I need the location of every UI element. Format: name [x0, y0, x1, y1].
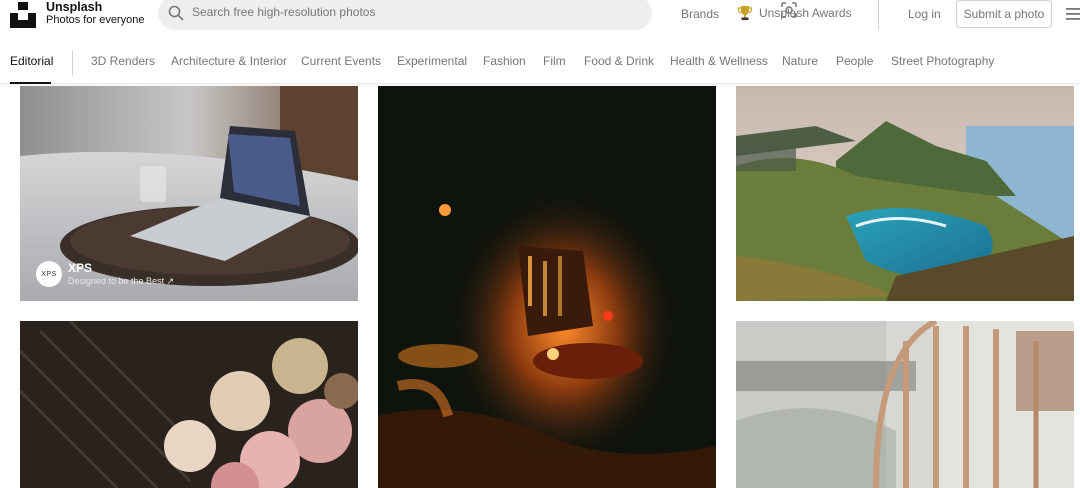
- tab-nature[interactable]: Nature: [782, 54, 818, 68]
- tab-experimental[interactable]: Experimental: [397, 54, 467, 68]
- coastal-bay-photo-image: [736, 86, 1074, 301]
- login-link[interactable]: Log in: [908, 7, 941, 21]
- photo-laptop-tray[interactable]: XPS XPS Designed to be the Best ↗: [20, 86, 358, 301]
- tab-street-photography[interactable]: Street Photography: [891, 54, 994, 68]
- trophy-icon: [737, 6, 753, 20]
- fruit-photo-image: [20, 321, 358, 488]
- topic-divider: [72, 50, 73, 76]
- photo-fruit-basket[interactable]: [20, 321, 358, 488]
- active-tab-underline: [10, 82, 51, 84]
- tab-film[interactable]: Film: [543, 54, 566, 68]
- submit-photo-button[interactable]: Submit a photo: [956, 0, 1052, 28]
- brands-link[interactable]: Brands: [681, 7, 719, 21]
- topic-nav: Editorial 3D Renders Architecture & Inte…: [0, 44, 1080, 84]
- photo-night-city[interactable]: [378, 86, 716, 488]
- submit-photo-label: Submit a photo: [963, 7, 1045, 21]
- search-icon[interactable]: [168, 5, 184, 21]
- sponsor-name: XPS: [68, 260, 93, 275]
- night-city-photo-image: [378, 86, 716, 488]
- tab-food-drink[interactable]: Food & Drink: [584, 54, 654, 68]
- unsplash-logo-icon[interactable]: [10, 2, 36, 28]
- tab-3d-renders[interactable]: 3D Renders: [91, 54, 155, 68]
- tab-editorial[interactable]: Editorial: [10, 54, 53, 68]
- brand-tagline: Photos for everyone: [46, 14, 145, 26]
- chair-photo-image: [736, 321, 1074, 488]
- tab-architecture-interior[interactable]: Architecture & Interior: [171, 54, 287, 68]
- brand-name: Unsplash: [46, 0, 103, 14]
- photo-coastal-bay[interactable]: [736, 86, 1074, 301]
- sponsor-badge[interactable]: XPS XPS Designed to be the Best ↗: [36, 261, 174, 287]
- sponsor-tagline: Designed to be the Best ↗: [68, 275, 175, 286]
- tab-fashion[interactable]: Fashion: [483, 54, 526, 68]
- search-input[interactable]: [192, 1, 592, 23]
- search-bar[interactable]: [158, 0, 797, 30]
- photo-chair[interactable]: [736, 321, 1074, 488]
- tab-current-events[interactable]: Current Events: [301, 54, 381, 68]
- awards-link[interactable]: Unsplash Awards: [737, 5, 852, 21]
- tab-health-wellness[interactable]: Health & Wellness: [670, 54, 768, 68]
- hamburger-menu-icon[interactable]: [1066, 8, 1080, 20]
- top-header: Unsplash Photos for everyone Brands Unsp…: [0, 0, 1080, 30]
- brand-block[interactable]: Unsplash Photos for everyone: [46, 1, 144, 27]
- awards-label: Unsplash Awards: [759, 6, 852, 20]
- tab-people[interactable]: People: [836, 54, 873, 68]
- header-divider: [878, 0, 879, 30]
- sponsor-avatar: XPS: [36, 261, 62, 287]
